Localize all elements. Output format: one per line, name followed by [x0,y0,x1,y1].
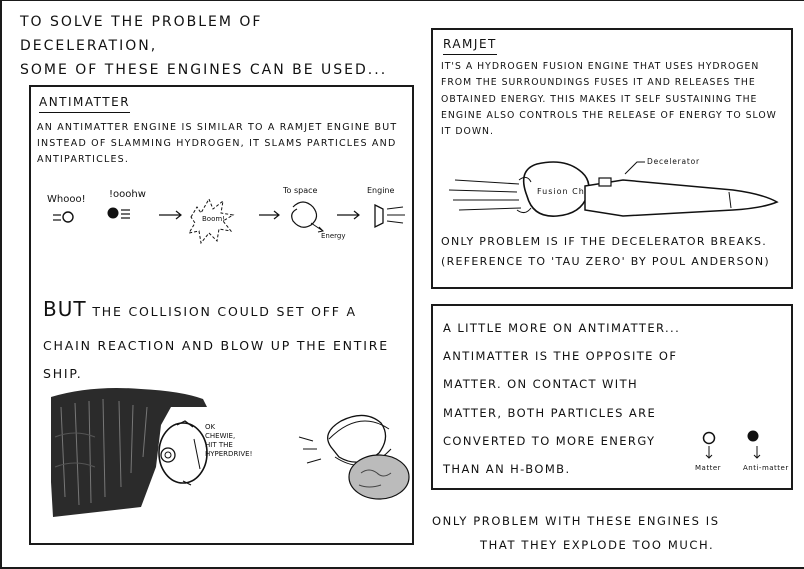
but-word: But [43,297,87,321]
exhaust-lines [448,179,522,211]
chain-reaction-warning: But the collision could set off a chain … [43,287,403,388]
conclusion-line-2: that they explode too much. [480,538,715,553]
explosion-icon: Boom! [187,197,235,245]
ooohw-label: !ooohw [109,189,146,200]
asteroid-chase-icon [298,414,410,500]
matter-circle-icon [702,431,716,445]
ramjet-title: Ramjet [443,36,497,56]
more-heading: A little more on antimatter... [443,321,681,335]
energy-label: Energy [321,232,346,240]
chewie-speech: OK CHEWIE, HIT THE HYPERDRIVE! [205,423,252,458]
to-space-label: To space [282,186,318,195]
antimatter-more-panel: A little more on antimatter... Antimatte… [431,304,793,490]
intro-line-2: some of these engines can be used... [20,61,388,78]
antimatter-panel: Antimatter An antimatter engine is simil… [29,85,414,545]
ship-hull-icon [584,177,779,217]
warning-text: the collision could set off a chain reac… [43,304,389,382]
comic-page: To solve the problem of deceleration, so… [0,0,804,569]
millennium-falcon-icon [158,420,208,486]
arrow-icon [259,210,280,220]
arrow-icon [159,210,182,220]
decelerator-label: Decelerator [647,157,700,166]
pointer-line [624,161,645,175]
ramjet-body: It's a hydrogen fusion engine that uses … [441,61,777,138]
antiparticle-icon [107,207,130,219]
ramjet-ship-diagram: Fusion Chamber Decelerator [448,157,779,217]
ramjet-problem: Only problem is if the decelerator break… [441,235,770,268]
arrow-icon [337,210,360,220]
whooo-label: Whooo! [47,194,86,205]
ramjet-panel: Ramjet It's a hydrogen fusion engine tha… [431,28,793,289]
intro-line-1: To solve the problem of deceleration, [20,14,263,54]
arrow-down-icon [753,446,761,459]
antimatter-label: Anti-matter [743,464,789,472]
energy-swirl-icon: To space Energy [282,186,346,240]
engine-label: Engine [367,186,394,195]
antimatter-circle-icon [747,430,759,442]
conclusion-line-1: Only problem with these engines is [432,514,720,528]
arrow-down-icon [705,446,713,459]
matter-antimatter-diagram: Matter Anti-matter [695,430,789,472]
engine-icon: Engine [367,186,405,229]
particle-icon [53,211,74,223]
more-body: Antimatter is the opposite of matter. On… [443,349,678,476]
intro-text: To solve the problem of deceleration, so… [20,11,400,82]
boom-label: Boom! [202,215,225,223]
antimatter-body: An antimatter engine is similar to a ram… [37,122,398,166]
matter-label: Matter [695,464,721,472]
antimatter-title: Antimatter [39,94,131,114]
cave-escape-scene: OK CHEWIE, HIT THE HYPERDRIVE! [51,388,410,517]
antimatter-collision-sequence: Whooo! !ooohw Boom! To space Energy Engi… [47,186,405,245]
conclusion-text: Only problem with these engines is that … [432,509,792,557]
